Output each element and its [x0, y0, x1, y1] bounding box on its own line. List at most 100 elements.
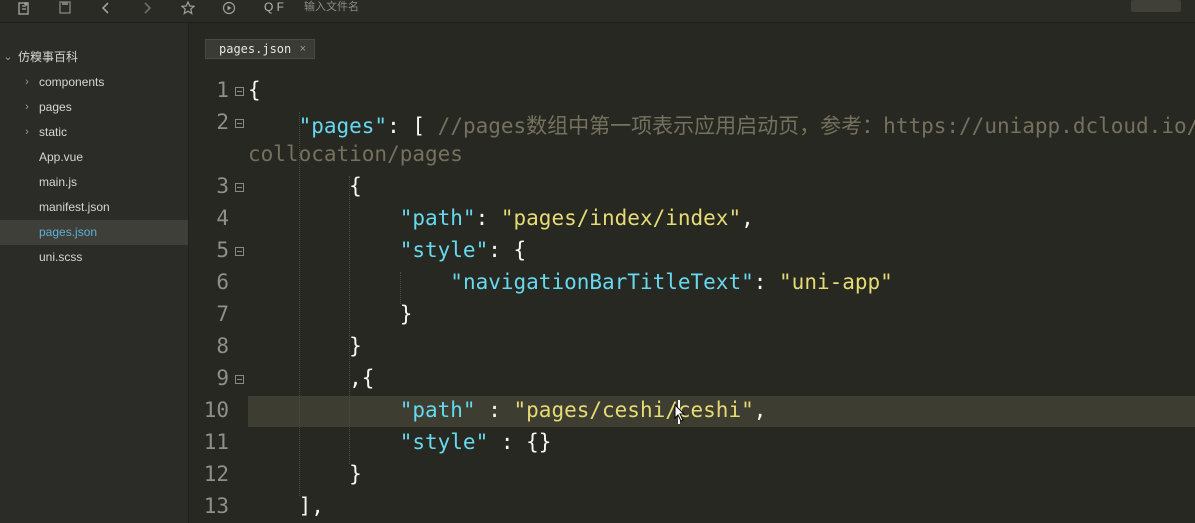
code-punctuation: :	[475, 398, 514, 422]
tree-item-manifest-json[interactable]: manifest.json	[0, 195, 188, 220]
code-comment: collocation/pages	[248, 142, 463, 166]
line-number: 13	[203, 494, 229, 518]
code-punctuation: }	[248, 462, 362, 486]
json-key: "path"	[399, 398, 476, 422]
tree-item-app-vue[interactable]: App.vue	[0, 145, 188, 170]
project-explorer: ⌄ 仿糗事百科 › components › pages › static Ap…	[0, 23, 189, 523]
tree-item-label: static	[39, 125, 68, 139]
code-punctuation: : {	[488, 238, 527, 262]
back-icon[interactable]	[94, 0, 118, 22]
code-area[interactable]: 1 {2 "pages": [ //pages数组中第一项表示应用启动页，参考：h…	[189, 78, 1195, 523]
close-icon[interactable]: ×	[300, 40, 306, 58]
fold-toggle-icon[interactable]	[235, 119, 244, 128]
code-line: "navigationBarTitleText": "uni-app"	[248, 270, 893, 294]
code-comment: //pages数组中第一项表示应用启动页，参考：https://uniapp.d…	[437, 114, 1195, 138]
code-punctuation: {	[248, 174, 362, 198]
tab-label: pages.json	[219, 42, 292, 56]
new-file-icon[interactable]	[12, 0, 36, 22]
tree-item-label: manifest.json	[39, 200, 110, 214]
tree-item-static[interactable]: › static	[0, 120, 188, 145]
fold-toggle-icon[interactable]	[235, 87, 244, 96]
code-punctuation	[248, 238, 400, 262]
project-root[interactable]: ⌄ 仿糗事百科	[0, 45, 188, 70]
code-editor[interactable]: pages.json × 1 {2 "pages": [ //pages数组中第一…	[189, 23, 1195, 523]
line-number: 6	[216, 270, 229, 294]
editor-tab-bar: pages.json ×	[189, 23, 1195, 63]
json-string: "pages/index/index"	[500, 206, 742, 230]
fold-toggle-icon[interactable]	[235, 375, 244, 384]
tree-item-pages-json[interactable]: pages.json	[0, 220, 188, 245]
json-key: "style"	[399, 430, 489, 454]
tree-item-label: pages.json	[39, 225, 98, 239]
star-icon[interactable]	[176, 0, 200, 22]
line-number: 10	[203, 398, 229, 422]
project-name: 仿糗事百科	[18, 50, 79, 64]
code-punctuation: ,	[753, 398, 767, 422]
window-controls[interactable]	[1131, 0, 1181, 12]
tree-item-uni-scss[interactable]: uni.scss	[0, 245, 188, 270]
code-punctuation: ,{	[248, 366, 375, 390]
code-line: collocation/pages	[248, 142, 463, 166]
code-line: "path": "pages/index/index",	[248, 206, 754, 230]
code-punctuation: }	[248, 302, 413, 326]
code-line: "pages": [ //pages数组中第一项表示应用启动页，参考：https…	[248, 110, 1195, 140]
code-line: "style": {	[248, 238, 526, 262]
code-line: ,{	[248, 366, 374, 390]
line-number: 7	[216, 302, 229, 326]
tree-item-components[interactable]: › components	[0, 70, 188, 95]
json-key: "navigationBarTitleText"	[450, 270, 754, 294]
file-search-input[interactable]: 输入文件名	[304, 0, 359, 22]
tab-pages-json[interactable]: pages.json ×	[205, 39, 315, 59]
save-icon[interactable]	[53, 0, 77, 22]
code-punctuation: :	[753, 270, 780, 294]
code-line: {	[248, 78, 261, 102]
fold-toggle-icon[interactable]	[235, 183, 244, 192]
line-number: 2	[216, 110, 229, 134]
chevron-right-icon[interactable]: ›	[21, 120, 33, 145]
code-line: }	[248, 462, 362, 486]
tree-item-pages[interactable]: › pages	[0, 95, 188, 120]
json-key: "style"	[399, 238, 489, 262]
chevron-right-icon[interactable]: ›	[21, 70, 33, 95]
code-punctuation: :	[475, 206, 501, 230]
line-number: 1	[216, 78, 229, 102]
tree-item-main-js[interactable]: main.js	[0, 170, 188, 195]
tree-item-label: uni.scss	[39, 250, 83, 264]
code-line: }	[248, 302, 413, 326]
mouse-pointer-icon	[674, 404, 686, 422]
tree-item-label: pages	[39, 100, 72, 114]
run-icon[interactable]	[217, 0, 241, 22]
fold-toggle-icon[interactable]	[235, 247, 244, 256]
code-line: "style" : {}	[248, 430, 552, 454]
forward-icon[interactable]	[135, 0, 159, 22]
code-punctuation: : [	[387, 114, 438, 138]
code-punctuation: ,	[741, 206, 754, 230]
code-punctuation	[248, 206, 400, 230]
json-key: "path"	[399, 206, 476, 230]
search-icon[interactable]: Q F	[264, 0, 288, 22]
code-punctuation	[248, 270, 450, 294]
code-line: ],	[248, 494, 324, 518]
code-punctuation: {	[248, 78, 261, 102]
line-number: 5	[216, 238, 229, 262]
line-number: 8	[216, 334, 229, 358]
json-string: "uni-app"	[779, 270, 893, 294]
code-punctuation	[248, 430, 400, 454]
toolbar: Q F 输入文件名	[0, 0, 1195, 23]
tree-item-label: main.js	[39, 175, 78, 189]
line-number: 9	[216, 366, 229, 390]
code-line: }	[248, 334, 362, 358]
code-punctuation: ],	[248, 494, 324, 518]
json-key: "pages"	[298, 114, 388, 138]
code-punctuation: }	[248, 334, 362, 358]
chevron-down-icon[interactable]: ⌄	[2, 45, 14, 70]
code-punctuation	[248, 114, 299, 138]
line-number: 11	[203, 430, 229, 454]
chevron-right-icon[interactable]: ›	[21, 95, 33, 120]
line-number: 12	[203, 462, 229, 486]
tree-item-label: App.vue	[39, 150, 84, 164]
line-number: 4	[216, 206, 229, 230]
code-line: {	[248, 174, 362, 198]
line-number: 3	[216, 174, 229, 198]
json-string: "pages/ceshi/ceshi"	[513, 398, 754, 422]
